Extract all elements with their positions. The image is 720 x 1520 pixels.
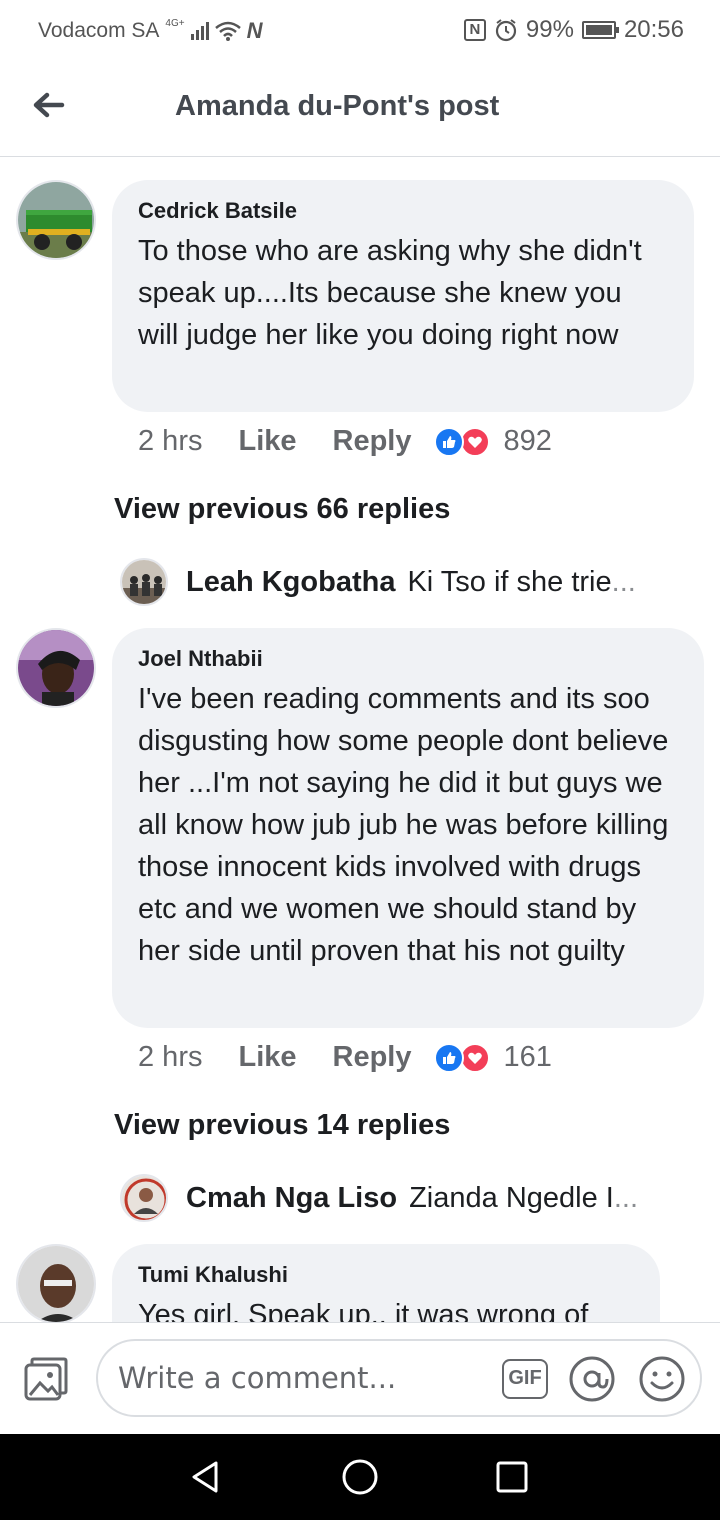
reactions[interactable] — [433, 426, 490, 457]
comment-author[interactable]: Joel Nthabii — [138, 646, 678, 672]
avatar[interactable] — [16, 628, 96, 708]
avatar[interactable] — [16, 1244, 96, 1322]
status-right: N 99% 20:56 — [463, 16, 684, 44]
view-previous-replies[interactable]: View previous 14 replies — [114, 1109, 450, 1142]
reply-button[interactable]: Reply — [333, 425, 412, 458]
avatar[interactable] — [120, 1174, 168, 1222]
post-header: Amanda du-Pont's post — [0, 62, 720, 157]
reply-preview[interactable]: Cmah Nga Liso Zianda Ngedle I ... — [120, 1174, 638, 1222]
comment-text: To those who are asking why she didn't s… — [138, 235, 642, 351]
square-recents-icon — [496, 1461, 528, 1493]
emoji-button[interactable] — [638, 1355, 686, 1403]
love-reaction-icon — [459, 1042, 490, 1073]
tractor-trailer-avatar-image — [18, 182, 94, 258]
comment-actions: 2 hrs Like Reply 161 — [138, 1041, 552, 1074]
reaction-count[interactable]: 892 — [504, 425, 552, 458]
like-button[interactable]: Like — [238, 1041, 296, 1074]
system-nav-bar — [0, 1434, 720, 1520]
comment-text: I've been reading comments and its soo d… — [138, 683, 669, 967]
reply-preview[interactable]: Leah Kgobatha Ki Tso if she trie... — [120, 558, 636, 606]
nfc-icon: N — [463, 19, 486, 41]
battery-percent: 99% — [525, 16, 574, 43]
reply-ellipsis: ... — [613, 1181, 639, 1214]
status-left: Vodacom SA 4G+ N — [38, 18, 262, 44]
network-type: 4G+ — [165, 17, 185, 29]
comment-bubble[interactable]: Tumi Khalushi Yes girl. Speak up.. it wa… — [112, 1244, 660, 1322]
comment-bubble[interactable]: Cedrick Batsile To those who are asking … — [112, 180, 694, 412]
carrier-label: Vodacom SA — [38, 19, 160, 42]
arrow-left-icon — [33, 92, 65, 118]
like-button[interactable]: Like — [238, 425, 296, 458]
comment-text: Yes girl. Speak up.. it was wrong of — [138, 1299, 589, 1322]
reply-snippet: Zianda Ngedle I — [409, 1181, 614, 1214]
at-icon — [569, 1356, 615, 1402]
reply-author[interactable]: Leah Kgobatha — [186, 566, 395, 599]
comment-actions: 2 hrs Like Reply 892 — [138, 425, 552, 458]
avatar[interactable] — [120, 558, 168, 606]
reply-button[interactable]: Reply — [333, 1041, 412, 1074]
clock: 20:56 — [623, 16, 684, 43]
gif-button[interactable]: GIF — [502, 1359, 548, 1399]
back-button[interactable] — [28, 86, 68, 126]
avatar[interactable] — [16, 180, 96, 260]
nav-home-button[interactable] — [340, 1457, 380, 1497]
view-previous-replies[interactable]: View previous 66 replies — [114, 493, 450, 526]
profile-avatar-image — [18, 630, 94, 706]
reply-author[interactable]: Cmah Nga Liso — [186, 1182, 397, 1215]
signal-icon — [190, 22, 209, 40]
like-reaction-icon — [433, 1042, 464, 1073]
reactions[interactable] — [433, 1042, 490, 1073]
alarm-icon — [495, 19, 516, 42]
comment-author[interactable]: Cedrick Batsile — [138, 198, 668, 224]
love-reaction-icon — [459, 426, 490, 457]
profile-avatar-image — [18, 1246, 94, 1322]
reply-ellipsis: ... — [611, 565, 636, 598]
circle-home-icon — [342, 1459, 378, 1495]
comment-composer: GIF — [0, 1322, 720, 1434]
battery-icon — [581, 21, 619, 39]
triangle-back-icon — [192, 1461, 218, 1493]
comment-time[interactable]: 2 hrs — [138, 1041, 202, 1074]
nav-back-button[interactable] — [186, 1457, 226, 1497]
reaction-count[interactable]: 161 — [504, 1041, 552, 1074]
profile-avatar-image — [122, 1176, 166, 1220]
emoji-icon — [639, 1356, 685, 1402]
comment-partial-clip: Tumi Khalushi Yes girl. Speak up.. it wa… — [0, 1240, 720, 1322]
mention-button[interactable] — [568, 1355, 616, 1403]
reply-snippet: Ki Tso if she trie — [407, 565, 612, 598]
comment-input-wrap[interactable]: GIF — [96, 1339, 702, 1417]
comment-bubble[interactable]: Joel Nthabii I've been reading comments … — [112, 628, 704, 1028]
like-reaction-icon — [433, 426, 464, 457]
group-photo-avatar-image — [122, 560, 166, 604]
photo-button[interactable] — [22, 1355, 70, 1403]
comment-input[interactable] — [118, 1357, 478, 1399]
page-title: Amanda du-Pont's post — [175, 90, 500, 122]
notification-n-icon: N — [246, 18, 263, 43]
photo-icon — [24, 1357, 68, 1401]
comment-author[interactable]: Tumi Khalushi — [138, 1262, 634, 1288]
nav-recents-button[interactable] — [492, 1457, 532, 1497]
comment-time[interactable]: 2 hrs — [138, 425, 202, 458]
wifi-icon — [214, 21, 241, 41]
status-bar: Vodacom SA 4G+ N N 99% 20:56 — [0, 0, 720, 62]
